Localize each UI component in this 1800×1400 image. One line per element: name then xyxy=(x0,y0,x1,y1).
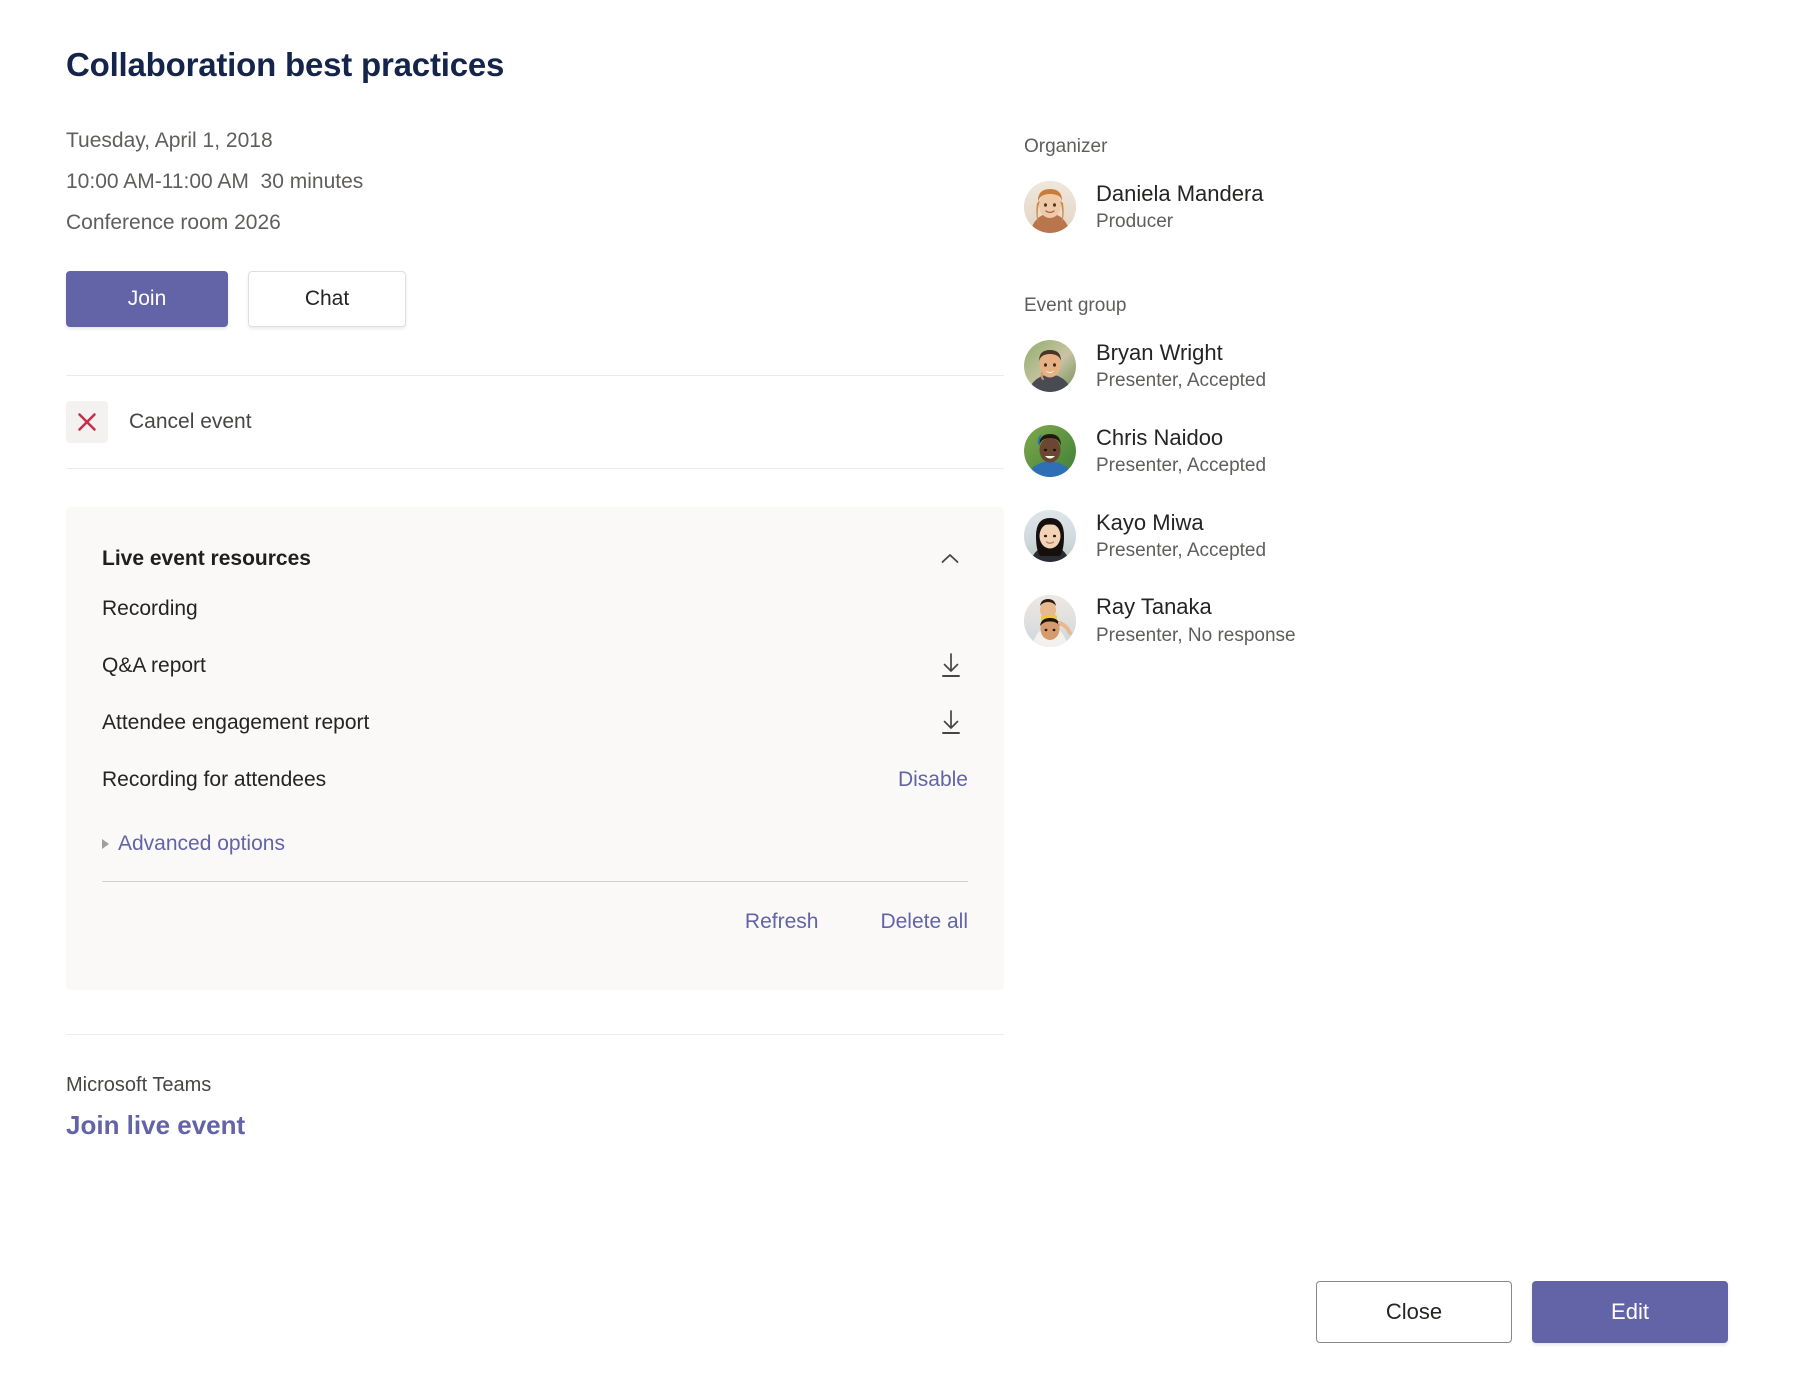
dialog-footer: Close Edit xyxy=(0,1224,1800,1400)
dialog-content: Collaboration best practices Tuesday, Ap… xyxy=(0,0,1800,1141)
resource-row: Recording xyxy=(102,581,968,638)
delete-all-link[interactable]: Delete all xyxy=(880,910,968,934)
person-role: Presenter, Accepted xyxy=(1096,454,1266,479)
event-action-buttons: Join Chat xyxy=(66,271,1010,327)
advanced-options-row[interactable]: Advanced options xyxy=(102,813,968,875)
person-text: Bryan Wright Presenter, Accepted xyxy=(1096,339,1266,394)
avatar xyxy=(1024,510,1076,562)
chat-button[interactable]: Chat xyxy=(248,271,406,327)
resources-panel-header: Live event resources xyxy=(102,537,968,581)
person-text: Chris Naidoo Presenter, Accepted xyxy=(1096,424,1266,479)
resources-panel-footer: Refresh Delete all xyxy=(102,882,968,962)
resource-row: Q&A report xyxy=(102,638,968,695)
spacer xyxy=(1024,265,1710,295)
resource-label: Attendee engagement report xyxy=(102,711,369,735)
teams-join-block: Microsoft Teams Join live event xyxy=(66,1073,1010,1141)
advanced-options-label: Advanced options xyxy=(118,832,285,856)
page-title: Collaboration best practices xyxy=(66,46,1010,84)
person-name: Bryan Wright xyxy=(1096,339,1266,367)
disable-recording-link[interactable]: Disable xyxy=(898,768,968,792)
person-role: Presenter, No response xyxy=(1096,624,1296,649)
join-button[interactable]: Join xyxy=(66,271,228,327)
resource-label: Q&A report xyxy=(102,654,206,678)
person-role: Presenter, Accepted xyxy=(1096,539,1266,564)
resources-panel-title: Live event resources xyxy=(102,547,311,571)
event-group-person[interactable]: Bryan Wright Presenter, Accepted xyxy=(1024,339,1710,394)
person-name: Chris Naidoo xyxy=(1096,424,1266,452)
person-name: Daniela Mandera xyxy=(1096,180,1264,208)
join-live-event-link[interactable]: Join live event xyxy=(66,1110,1010,1141)
refresh-link[interactable]: Refresh xyxy=(745,910,819,934)
person-text: Kayo Miwa Presenter, Accepted xyxy=(1096,509,1266,564)
person-text: Ray Tanaka Presenter, No response xyxy=(1096,593,1296,648)
close-button[interactable]: Close xyxy=(1316,1281,1512,1343)
event-location: Conference room 2026 xyxy=(66,202,1010,243)
live-event-details-dialog: Collaboration best practices Tuesday, Ap… xyxy=(0,0,1800,1400)
triangle-right-icon xyxy=(102,839,109,849)
resource-label: Recording for attendees xyxy=(102,768,326,792)
event-group-person[interactable]: Chris Naidoo Presenter, Accepted xyxy=(1024,424,1710,479)
teams-app-name: Microsoft Teams xyxy=(66,1073,1010,1097)
cancel-event-row[interactable]: Cancel event xyxy=(66,376,1010,468)
close-x-icon xyxy=(66,401,108,443)
live-event-resources-panel: Live event resources Recording Q&A repor… xyxy=(66,507,1004,990)
avatar xyxy=(1024,340,1076,392)
divider-below-panel xyxy=(66,1034,1004,1035)
organizer-person[interactable]: Daniela Mandera Producer xyxy=(1024,180,1710,235)
resource-row: Attendee engagement report xyxy=(102,695,968,752)
person-text: Daniela Mandera Producer xyxy=(1096,180,1264,235)
organizer-section-label: Organizer xyxy=(1024,136,1710,158)
event-group-section-label: Event group xyxy=(1024,295,1710,317)
event-group-person[interactable]: Kayo Miwa Presenter, Accepted xyxy=(1024,509,1710,564)
person-name: Kayo Miwa xyxy=(1096,509,1266,537)
person-role: Producer xyxy=(1096,210,1264,235)
event-time: 10:00 AM-11:00 AM 30 minutes xyxy=(66,161,1010,202)
download-icon[interactable] xyxy=(934,706,968,740)
chevron-up-icon[interactable] xyxy=(932,541,968,577)
cancel-event-label: Cancel event xyxy=(129,410,252,434)
person-name: Ray Tanaka xyxy=(1096,593,1296,621)
divider-below-cancel xyxy=(66,468,1004,469)
left-column: Collaboration best practices Tuesday, Ap… xyxy=(0,46,1010,1141)
edit-button[interactable]: Edit xyxy=(1532,1281,1728,1343)
avatar xyxy=(1024,425,1076,477)
resource-label: Recording xyxy=(102,597,198,621)
right-column: Organizer xyxy=(1010,46,1710,678)
avatar xyxy=(1024,181,1076,233)
event-date: Tuesday, April 1, 2018 xyxy=(66,120,1010,161)
resource-row: Recording for attendees Disable xyxy=(102,752,968,809)
event-group-person[interactable]: Ray Tanaka Presenter, No response xyxy=(1024,593,1710,648)
avatar xyxy=(1024,595,1076,647)
event-meta: Tuesday, April 1, 2018 10:00 AM-11:00 AM… xyxy=(66,120,1010,243)
person-role: Presenter, Accepted xyxy=(1096,369,1266,394)
download-icon[interactable] xyxy=(934,649,968,683)
